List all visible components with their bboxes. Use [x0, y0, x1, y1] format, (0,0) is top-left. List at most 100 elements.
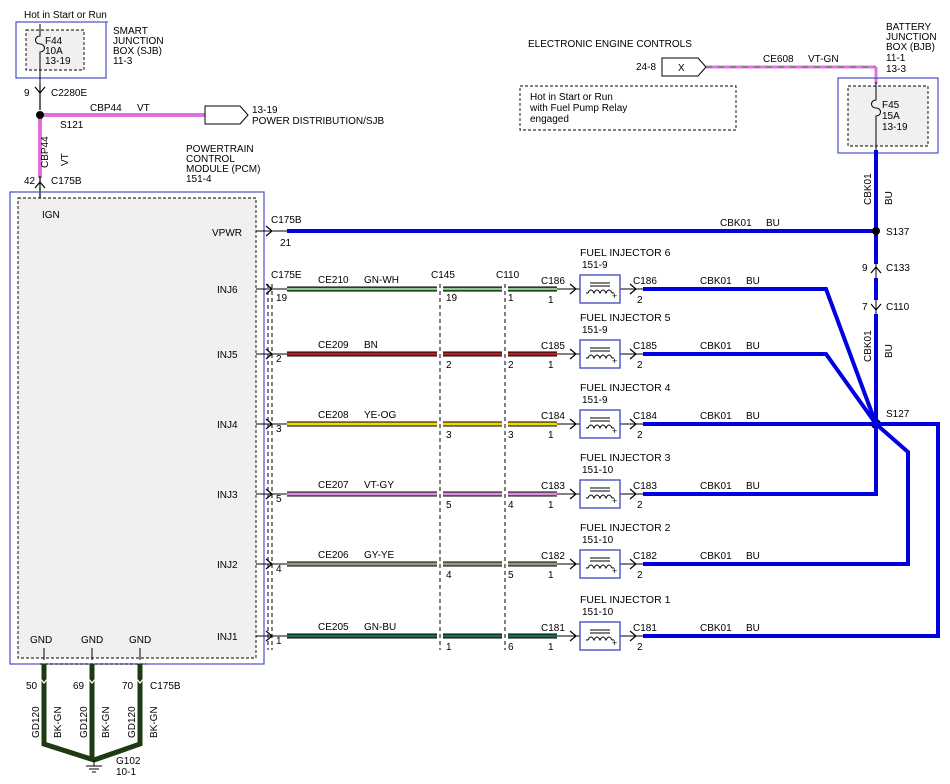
pcm-ign-label: IGN [42, 210, 60, 221]
pcm-pin-label: INJ4 [217, 420, 238, 431]
injector-input-pin: 1 [548, 500, 554, 511]
cbp44-vertical-circuit: CBP44 [40, 136, 51, 168]
pcm-pin-label: INJ1 [217, 632, 238, 643]
c110-pin-number: 6 [508, 642, 514, 653]
injector-ref: 151-9 [582, 395, 608, 406]
c110-inline-connector: C110 [496, 270, 520, 281]
note-line-3: engaged [530, 114, 569, 125]
pcm-pin-number: 5 [276, 494, 282, 505]
injector-name: FUEL INJECTOR 3 [580, 452, 671, 464]
inline-connector-bodies: C175E C145 C110 [267, 270, 520, 650]
injector-input-connector: C181 [541, 623, 565, 634]
eec-color: VT-GN [808, 54, 839, 65]
injector-output-connector: C184 [633, 411, 657, 422]
c110-pin-number: 3 [508, 430, 514, 441]
injector-output-connector: C185 [633, 341, 657, 352]
bjb-color: BU [884, 191, 895, 205]
c133-label: C133 [886, 263, 910, 274]
pcm-pin-label: INJ3 [217, 490, 238, 501]
output-color: BU [746, 276, 760, 287]
output-circuit: CBK01 [700, 411, 732, 422]
injector-input-pin: 1 [548, 360, 554, 371]
eec-symbol: X [678, 63, 685, 74]
output-circuit: CBK01 [700, 551, 732, 562]
note-line-1: Hot in Start or Run [530, 92, 613, 103]
pcm-inline-connector: C175E [271, 270, 302, 281]
plus-icon: + [612, 496, 617, 506]
injector-row-5: + INJ5 CE209 BN 2 2 2 C185 1 FUEL INJECTOR 5151-9… [217, 312, 760, 371]
wire-color: GN-WH [364, 275, 399, 286]
c145-pin-number: 3 [446, 430, 452, 441]
injector-name: FUEL INJECTOR 2 [580, 522, 671, 534]
pcm-gnd-label-3: GND [129, 635, 151, 646]
injector-output-connector: C182 [633, 551, 657, 562]
pcm-pin-number: 19 [276, 293, 288, 304]
gnd-wire-3-color: BK-GN [149, 706, 160, 738]
gnd-wire-2-color: BK-GN [101, 706, 112, 738]
bjb-page: 13-19 [882, 122, 908, 133]
pcm-pin-label: INJ5 [217, 350, 238, 361]
output-circuit: CBK01 [700, 481, 732, 492]
wire-color: YE-OG [364, 410, 396, 421]
fuel-injector-icon: + [579, 549, 621, 579]
note-line-2: with Fuel Pump Relay [529, 103, 627, 114]
bjb-ref-2: 13-3 [886, 64, 906, 75]
pcm-module: POWERTRAIN CONTROL MODULE (PCM) 151-4 IG… [9, 144, 265, 665]
vpwr-circuit: CBK01 [720, 218, 752, 229]
pcm-pin-number: 2 [276, 354, 282, 365]
wire-color: VT-GY [364, 480, 394, 491]
injector-output-connector: C183 [633, 481, 657, 492]
c145-pin-number: 1 [446, 642, 452, 653]
output-circuit: CBK01 [700, 623, 732, 634]
output-color: BU [746, 551, 760, 562]
sjb-connector: C2280E [51, 88, 87, 99]
injector-ref: 151-10 [582, 535, 614, 546]
pcm-pin-number: 1 [276, 636, 282, 647]
sjb-hot-label: Hot in Start or Run [24, 10, 107, 21]
injector-ref: 151-10 [582, 465, 614, 476]
plus-icon: + [612, 426, 617, 436]
injector-output-pin: 2 [637, 295, 643, 306]
injector-input-pin: 1 [548, 295, 554, 306]
pcm-vpwr-label: VPWR [212, 228, 242, 239]
wire-circuit: CE205 [318, 622, 349, 633]
injector-input-connector: C186 [541, 276, 565, 287]
bjb-fuse: F45 [882, 100, 900, 111]
c145-connector: C145 [431, 270, 455, 281]
injector-ref: 151-9 [582, 325, 608, 336]
cbp44-dest-page: 13-19 [252, 105, 278, 116]
splice-s121-dot [36, 111, 44, 119]
wire-circuit: CE209 [318, 340, 349, 351]
cbp44-vertical-color: VT [60, 153, 71, 166]
vpwr-color: BU [766, 218, 780, 229]
wire-circuit: CE206 [318, 550, 349, 561]
injector-input-pin: 1 [548, 642, 554, 653]
c110-pin-number: 1 [508, 293, 514, 304]
injector-row-2: + INJ2 CE206 GY-YE 4 4 5 C182 1 FUEL INJECTOR 215… [217, 522, 760, 581]
pcm-ign-pin: 42 [24, 176, 36, 187]
pcm-pin-label: INJ6 [217, 285, 238, 296]
splice-s121: S121 [60, 120, 84, 131]
c110-pin-number: 5 [508, 570, 514, 581]
injector-name: FUEL INJECTOR 5 [580, 312, 671, 324]
bjb-title-3: BOX (BJB) [886, 42, 935, 53]
plus-icon: + [612, 356, 617, 366]
pcm-pin-label: INJ2 [217, 560, 238, 571]
sjb-page: 13-19 [45, 56, 71, 67]
wire-color: BN [364, 340, 378, 351]
injector-input-pin: 1 [548, 570, 554, 581]
cbp44-circuit-label: CBP44 [90, 103, 122, 114]
gnd-connector: C175B [150, 681, 181, 692]
injector-input-pin: 1 [548, 430, 554, 441]
injector-row-3: + INJ3 CE207 VT-GY 5 5 4 C183 1 FUEL INJECTOR 315… [217, 452, 760, 511]
injector-output-pin: 2 [637, 430, 643, 441]
eec-circuit: CE608 [763, 54, 794, 65]
wire-color: GN-BU [364, 622, 396, 633]
injector-ref: 151-9 [582, 260, 608, 271]
injector-output-pin: 2 [637, 360, 643, 371]
eec-page: 24-8 [636, 62, 656, 73]
fuel-injector-icon: + [579, 479, 621, 509]
c110-label: C110 [886, 302, 910, 313]
eec-title: ELECTRONIC ENGINE CONTROLS [528, 39, 692, 50]
injector-input-connector: C185 [541, 341, 565, 352]
